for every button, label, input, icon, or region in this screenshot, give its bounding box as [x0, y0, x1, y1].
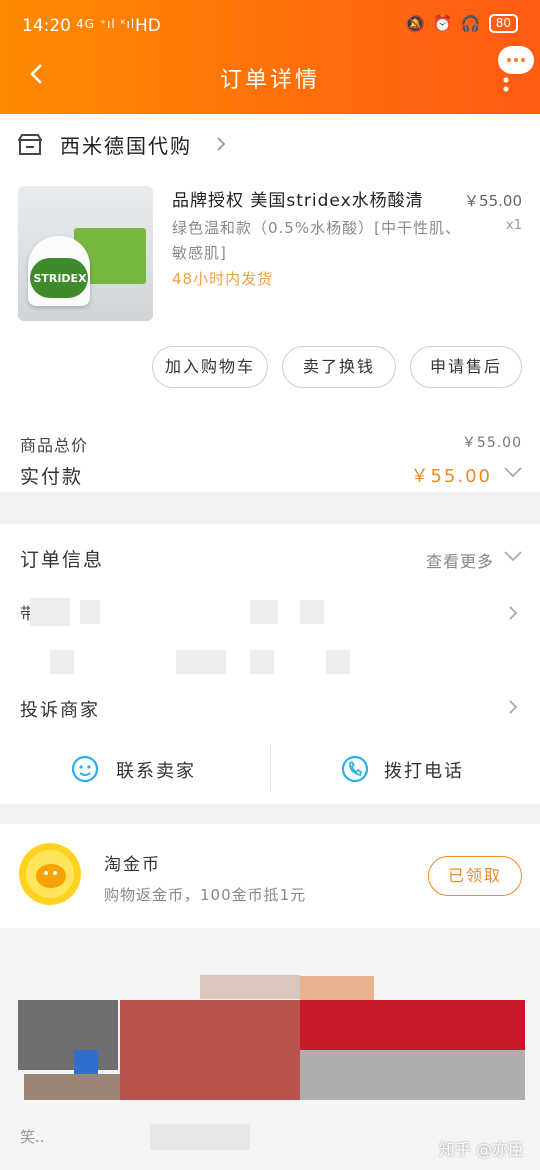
headset-icon: 🎧	[460, 14, 481, 33]
blurred-tile	[150, 1124, 250, 1150]
blurred-banner	[300, 1000, 525, 1050]
order-info-title: 订单信息	[20, 549, 105, 571]
paid-label: 实付款	[20, 466, 84, 488]
gold-coin-icon	[19, 843, 81, 905]
redacted-block	[30, 598, 70, 626]
redacted-block	[80, 600, 100, 624]
sell-for-cash-button[interactable]: 卖了换钱	[282, 346, 396, 388]
product-sku: 绿色温和款（0.5%水杨酸）[中干性肌、敏感肌]	[172, 219, 461, 262]
view-more-chevron-icon[interactable]	[504, 550, 522, 562]
apply-after-sale-button[interactable]: 申请售后	[410, 346, 522, 388]
product-image[interactable]: STRIDEX	[18, 186, 153, 321]
claimed-button[interactable]: 已领取	[428, 856, 522, 896]
redacted-block	[250, 600, 278, 624]
redacted-block	[250, 650, 274, 674]
row-chevron-icon[interactable]	[506, 606, 520, 620]
redacted-block	[50, 650, 74, 674]
complain-seller-row[interactable]: 投诉商家	[20, 696, 100, 722]
total-price-label: 商品总价	[20, 436, 89, 455]
status-time: 14:20	[22, 16, 71, 36]
blurred-tile	[200, 975, 300, 999]
alarm-icon: ⏰	[432, 14, 453, 33]
battery-indicator: 80	[488, 14, 518, 33]
call-phone-button[interactable]: 拨打电话	[384, 757, 464, 783]
taojinbi-title: 淘金币	[104, 855, 161, 875]
network-indicator: 4G ⁺ıl ᴷıl	[76, 17, 136, 31]
product-title[interactable]: 品牌授权 美国stridex水杨酸清	[172, 186, 457, 211]
blurred-tile	[24, 1074, 120, 1100]
more-icon[interactable]	[502, 76, 510, 96]
blurred-tile	[300, 1050, 525, 1100]
page-title: 订单详情	[219, 68, 320, 93]
redacted-block	[326, 650, 350, 674]
expand-chevron-icon[interactable]	[504, 466, 522, 478]
shop-name[interactable]: 西米德国代购	[60, 130, 192, 159]
chat-face-icon[interactable]	[70, 754, 100, 784]
blurred-tile	[120, 1000, 300, 1100]
phone-icon[interactable]	[340, 754, 370, 784]
shop-icon	[18, 134, 42, 155]
view-more-link[interactable]: 查看更多	[426, 548, 494, 572]
message-bubble-icon[interactable]	[498, 46, 534, 74]
divider	[270, 746, 271, 790]
complain-chevron-icon[interactable]	[506, 700, 520, 714]
redacted-block	[300, 600, 324, 624]
blurred-tile	[300, 976, 374, 1000]
shipping-note: 48小时内发货	[172, 270, 274, 288]
status-icons: 🔕 ⏰ 🎧 80	[405, 14, 518, 33]
watermark-text: 知乎 @亦臣	[438, 1140, 524, 1159]
taojinbi-description: 购物返金币，100金币抵1元	[104, 886, 307, 904]
add-to-cart-button[interactable]: 加入购物车	[152, 346, 268, 388]
product-quantity: x1	[506, 218, 522, 233]
product-price: ￥55.00	[464, 192, 522, 210]
bottom-partial-text: 笑..	[20, 1128, 45, 1146]
contact-seller-button[interactable]: 联系卖家	[116, 757, 196, 783]
total-price-value: ￥55.00	[461, 435, 522, 451]
product-brand-text: STRIDEX	[33, 272, 87, 285]
mute-icon: 🔕	[404, 14, 425, 33]
paid-value: ￥55.00	[410, 466, 492, 487]
blurred-tile	[18, 1000, 118, 1070]
shop-chevron-icon[interactable]	[214, 137, 228, 151]
redacted-block	[176, 650, 226, 674]
app-header: 14:20 4G ⁺ıl ᴷıl HD 🔕 ⏰ 🎧 80 订单详情	[0, 0, 540, 114]
hd-indicator: HD	[135, 16, 161, 36]
blurred-tile	[74, 1050, 98, 1074]
